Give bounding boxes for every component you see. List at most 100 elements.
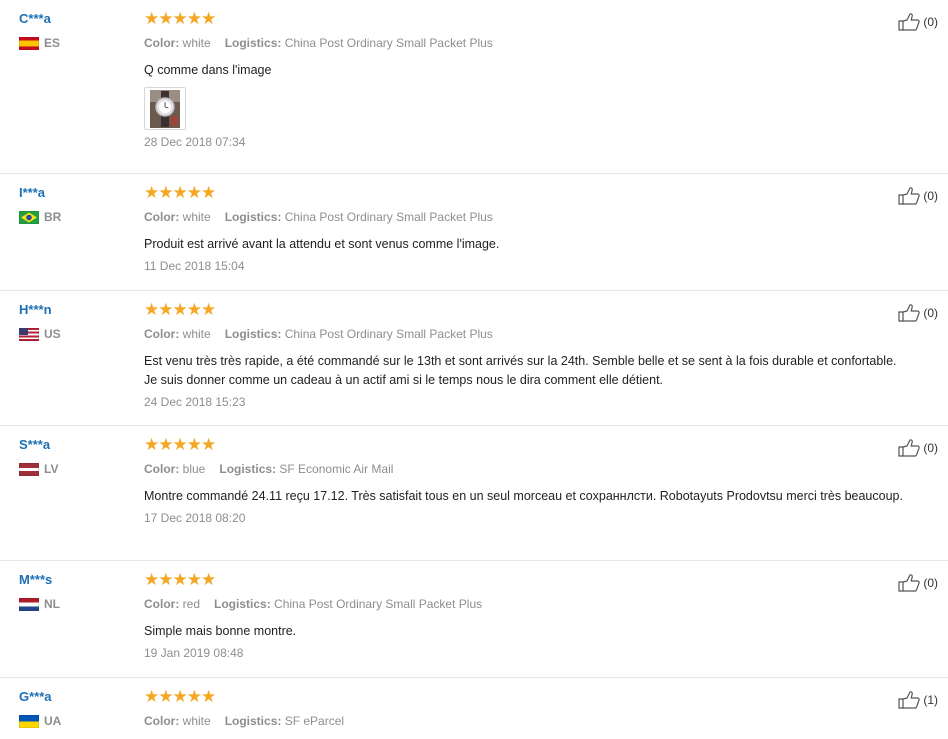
logistics-label: Logistics:	[224, 327, 282, 341]
color-label: Color:	[144, 36, 180, 50]
review-content: ★★★★★ Color: white Logistics: SF eParcel	[144, 689, 904, 729]
helpful-button[interactable]: (0)	[898, 439, 938, 457]
review-content: ★★★★★ Color: blue Logistics: SF Economic …	[144, 437, 904, 526]
logistics-value: China Post Ordinary Small Packet Plus	[284, 36, 493, 50]
star-rating: ★★★★★	[144, 183, 216, 203]
reviewer-info: S***a LV	[19, 437, 129, 476]
country-code: BR	[44, 210, 62, 224]
review-item: H***n US ★★★★★ Color: white Logistics: Ch…	[0, 291, 948, 426]
helpful-count: (0)	[923, 576, 938, 590]
thumbs-up-icon	[898, 304, 921, 322]
review-meta: Color: blue Logistics: SF Economic Air Ma…	[144, 462, 904, 477]
color-label: Color:	[144, 597, 180, 611]
review-text: Q comme dans l'image	[144, 63, 272, 77]
helpful-count: (0)	[923, 15, 938, 29]
reviewer-country: UA	[19, 714, 129, 728]
color-label: Color:	[144, 210, 180, 224]
star-rating: ★★★★★	[144, 435, 216, 455]
reviewer-info: I***a BR	[19, 185, 129, 224]
helpful-count: (0)	[923, 441, 938, 455]
helpful-button[interactable]: (0)	[898, 304, 938, 322]
logistics-value: SF Economic Air Mail	[279, 462, 394, 476]
color-label: Color:	[144, 714, 180, 728]
logistics-label: Logistics:	[224, 714, 282, 728]
review-meta: Color: white Logistics: China Post Ordina…	[144, 36, 904, 51]
color-label: Color:	[144, 327, 180, 341]
logistics-value: China Post Ordinary Small Packet Plus	[274, 597, 483, 611]
color-label: Color:	[144, 462, 180, 476]
reviewer-info: H***n US	[19, 302, 129, 341]
helpful-button[interactable]: (1)	[898, 691, 938, 709]
flag-br-icon	[19, 210, 39, 224]
logistics-value: China Post Ordinary Small Packet Plus	[284, 327, 493, 341]
watch-photo-icon	[150, 89, 180, 128]
reviewer-name[interactable]: G***a	[19, 689, 129, 705]
reviewer-info: G***a UA	[19, 689, 129, 728]
review-image-thumbnail[interactable]	[144, 87, 186, 130]
country-code: ES	[44, 36, 61, 50]
reviewer-country: NL	[19, 597, 129, 611]
reviewer-name[interactable]: H***n	[19, 302, 129, 318]
flag-nl-icon	[19, 597, 39, 611]
review-item: S***a LV ★★★★★ Color: blue Logistics: SF …	[0, 426, 948, 561]
logistics-label: Logistics:	[214, 597, 271, 611]
review-content: ★★★★★ Color: white Logistics: China Post …	[144, 11, 904, 150]
country-code: NL	[44, 597, 60, 611]
review-meta: Color: red Logistics: China Post Ordinary…	[144, 597, 904, 612]
reviewer-name[interactable]: S***a	[19, 437, 129, 453]
star-rating: ★★★★★	[144, 300, 216, 320]
reviewer-country: BR	[19, 210, 129, 224]
review-item: C***a ES ★★★★★ Color: white Logistics: Ch…	[0, 0, 948, 174]
color-value: white	[182, 327, 211, 341]
review-text: Est venu très très rapide, a été command…	[144, 354, 897, 387]
review-content: ★★★★★ Color: white Logistics: China Post …	[144, 185, 904, 274]
country-code: UA	[44, 714, 62, 728]
logistics-value: China Post Ordinary Small Packet Plus	[284, 210, 493, 224]
review-date: 17 Dec 2018 08:20	[144, 511, 246, 525]
review-item: G***a UA ★★★★★ Color: white Logistics: SF…	[0, 678, 948, 739]
reviewer-country: US	[19, 327, 129, 341]
flag-ua-icon	[19, 714, 39, 728]
helpful-count: (0)	[923, 189, 938, 203]
thumbs-up-icon	[898, 691, 921, 709]
review-item: M***s NL ★★★★★ Color: red Logistics: Chin…	[0, 561, 948, 678]
review-content: ★★★★★ Color: red Logistics: China Post Or…	[144, 572, 904, 661]
thumbs-up-icon	[898, 574, 921, 592]
reviewer-info: M***s NL	[19, 572, 129, 611]
thumbs-up-icon	[898, 13, 921, 31]
helpful-count: (0)	[923, 306, 938, 320]
review-text: Produit est arrivé avant la attendu et s…	[144, 237, 500, 251]
thumbs-up-icon	[898, 439, 921, 457]
logistics-value: SF eParcel	[284, 714, 345, 728]
review-meta: Color: white Logistics: China Post Ordina…	[144, 327, 904, 342]
review-date: 11 Dec 2018 15:04	[144, 259, 245, 273]
helpful-button[interactable]: (0)	[898, 13, 938, 31]
color-value: white	[182, 714, 211, 728]
review-meta: Color: white Logistics: China Post Ordina…	[144, 210, 904, 225]
review-date: 28 Dec 2018 07:34	[144, 135, 246, 149]
logistics-label: Logistics:	[224, 36, 282, 50]
reviewer-name[interactable]: I***a	[19, 185, 129, 201]
helpful-button[interactable]: (0)	[898, 574, 938, 592]
review-content: ★★★★★ Color: white Logistics: China Post …	[144, 302, 904, 410]
review-item: I***a BR ★★★★★ Color: white Logistics: Ch…	[0, 174, 948, 291]
color-value: white	[182, 36, 211, 50]
review-date: 24 Dec 2018 15:23	[144, 395, 246, 409]
helpful-count: (1)	[923, 693, 938, 707]
thumbs-up-icon	[898, 187, 921, 205]
helpful-button[interactable]: (0)	[898, 187, 938, 205]
star-rating: ★★★★★	[144, 9, 216, 29]
country-code: LV	[44, 462, 59, 476]
country-code: US	[44, 327, 61, 341]
star-rating: ★★★★★	[144, 687, 216, 707]
reviewer-country: LV	[19, 462, 129, 476]
star-rating: ★★★★★	[144, 570, 216, 590]
logistics-label: Logistics:	[219, 462, 277, 476]
flag-lv-icon	[19, 462, 39, 476]
review-meta: Color: white Logistics: SF eParcel	[144, 714, 904, 729]
reviewer-name[interactable]: C***a	[19, 11, 129, 27]
flag-es-icon	[19, 36, 39, 50]
review-date: 19 Jan 2019 08:48	[144, 646, 244, 660]
color-value: white	[182, 210, 211, 224]
reviewer-name[interactable]: M***s	[19, 572, 129, 588]
